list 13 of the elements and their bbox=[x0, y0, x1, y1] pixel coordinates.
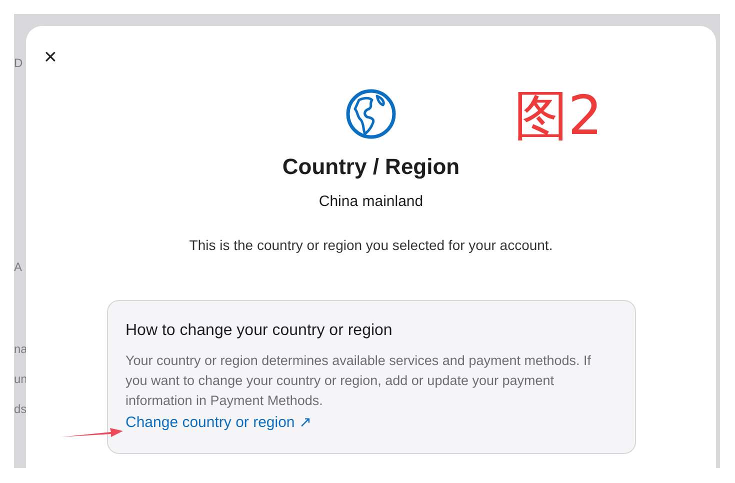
annotation-label: 图2 bbox=[514, 84, 602, 148]
dialog-title: Country / Region bbox=[282, 154, 460, 180]
country-value: China mainland bbox=[318, 193, 424, 211]
description-text: This is the country or region you selected for your account. bbox=[189, 236, 553, 254]
close-button[interactable]: × bbox=[44, 48, 57, 66]
globe-icon bbox=[345, 88, 397, 140]
info-heading: How to change your country or region bbox=[126, 321, 394, 341]
background-text: A bbox=[14, 260, 24, 274]
background-text: ds bbox=[14, 402, 26, 416]
change-region-link[interactable]: Change country or region ↗ bbox=[126, 413, 312, 433]
background-text: D bbox=[14, 56, 24, 70]
annotation-arrow bbox=[61, 426, 123, 440]
info-text: Your country or region determines available services and payment methods. If you want to change your country or region, add or update your payment information in Payment Methods. bbox=[126, 352, 592, 410]
